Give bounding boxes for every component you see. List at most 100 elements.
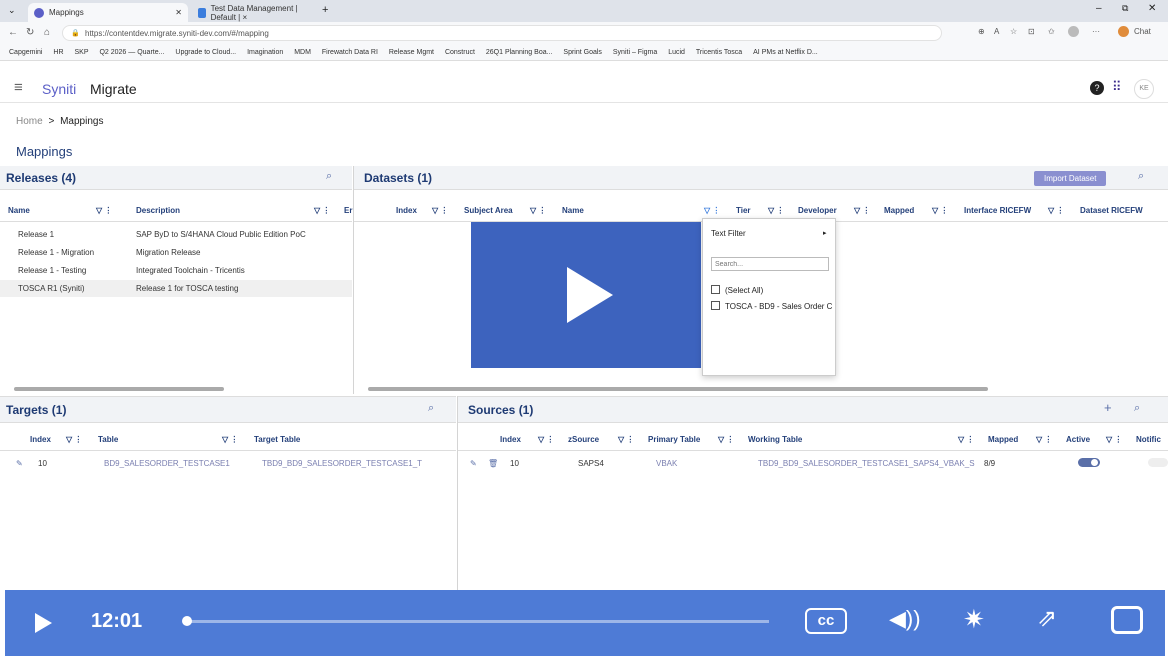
horizontal-scrollbar[interactable]: [368, 387, 988, 391]
column-working-table[interactable]: Working Table: [748, 435, 802, 444]
edit-icon[interactable]: ✎: [16, 459, 23, 468]
share-icon[interactable]: ⇗: [1037, 604, 1057, 633]
active-toggle[interactable]: [1078, 458, 1100, 467]
hamburger-menu-icon[interactable]: ≡: [14, 79, 23, 96]
table-row[interactable]: ✎ 🗑 10 SAPS4 VBAK TBD9_BD9_SALESORDER_TE…: [458, 455, 1168, 472]
refresh-icon[interactable]: ↻: [26, 27, 34, 38]
fullscreen-icon[interactable]: [1111, 606, 1143, 634]
tab-list-chevron-icon[interactable]: ⌄: [8, 5, 16, 16]
working-table-link[interactable]: TBD9_BD9_SALESORDER_TESTCASE1_SAPS4_VBAK…: [758, 459, 975, 468]
filter-icon[interactable]: ▽ ⋮: [1036, 435, 1052, 444]
column-name[interactable]: Name: [562, 206, 584, 215]
filter-icon[interactable]: ▽ ⋮: [1048, 206, 1064, 215]
restore-icon[interactable]: ⧉: [1122, 3, 1128, 14]
close-window-icon[interactable]: ✕: [1148, 3, 1156, 14]
horizontal-scrollbar[interactable]: [14, 387, 224, 391]
column-er[interactable]: Er: [344, 206, 352, 215]
table-row[interactable]: Release 1 SAP ByD to S/4HANA Cloud Publi…: [0, 226, 352, 243]
option-checkbox[interactable]: [711, 301, 720, 310]
column-table[interactable]: Table: [98, 435, 118, 444]
copilot-icon[interactable]: [1118, 26, 1129, 37]
column-subject-area[interactable]: Subject Area: [464, 206, 513, 215]
closed-captions-icon[interactable]: cc: [805, 608, 847, 634]
table-row[interactable]: Release 1 - Testing Integrated Toolchain…: [0, 262, 352, 279]
import-dataset-button[interactable]: Import Dataset: [1034, 171, 1107, 186]
bookmark-item[interactable]: SKP: [75, 44, 89, 60]
column-notifications[interactable]: Notific: [1136, 435, 1161, 444]
search-icon[interactable]: ⌕: [1134, 402, 1140, 415]
zoom-icon[interactable]: ⊕: [978, 27, 985, 36]
url-field[interactable]: 🔒 https://contentdev.migrate.syniti-dev.…: [62, 25, 942, 41]
column-interface-ricefw[interactable]: Interface RICEFW: [964, 206, 1031, 215]
filter-icon[interactable]: ▽ ⋮: [618, 435, 634, 444]
bookmark-item[interactable]: Capgemini: [9, 44, 42, 60]
notification-toggle[interactable]: [1148, 458, 1168, 467]
video-progress-track[interactable]: [185, 620, 769, 623]
avatar[interactable]: KE: [1134, 79, 1154, 99]
column-developer[interactable]: Developer: [798, 206, 837, 215]
play-icon[interactable]: [33, 612, 53, 634]
profile-icon[interactable]: [1068, 26, 1079, 37]
tab-mappings[interactable]: Mappings ✕: [28, 3, 188, 22]
table-row[interactable]: TOSCA R1 (Syniti) Release 1 for TOSCA te…: [0, 280, 352, 297]
extensions-icon[interactable]: ⊡: [1028, 27, 1035, 36]
column-mapped[interactable]: Mapped: [988, 435, 1018, 444]
filter-icon[interactable]: ▽ ⋮: [958, 435, 974, 444]
column-primary-table[interactable]: Primary Table: [648, 435, 700, 444]
close-tab-icon[interactable]: ✕: [175, 8, 182, 17]
filter-icon[interactable]: ▽ ⋮: [96, 206, 112, 215]
bookmark-item[interactable]: Firewatch Data RI: [322, 44, 378, 60]
tab-test-data-management[interactable]: Test Data Management | Default | ×: [192, 3, 312, 22]
column-index[interactable]: Index: [396, 206, 417, 215]
help-icon[interactable]: ?: [1090, 81, 1104, 95]
bookmark-item[interactable]: Tricentis Tosca: [696, 44, 742, 60]
bookmark-item[interactable]: Release Mgmt: [389, 44, 434, 60]
filter-icon[interactable]: ▽ ⋮: [718, 435, 734, 444]
column-tier[interactable]: Tier: [736, 206, 751, 215]
settings-gear-icon[interactable]: ✷: [963, 604, 985, 635]
bookmark-item[interactable]: HR: [53, 44, 63, 60]
column-mapped[interactable]: Mapped: [884, 206, 914, 215]
filter-search-input[interactable]: [711, 257, 829, 271]
back-icon[interactable]: ←: [8, 27, 18, 38]
bookmark-item[interactable]: Sprint Goals: [563, 44, 602, 60]
bookmark-item[interactable]: Upgrade to Cloud...: [175, 44, 236, 60]
minimize-icon[interactable]: –: [1096, 3, 1102, 14]
favorite-star-icon[interactable]: ☆: [1010, 27, 1017, 36]
chat-label[interactable]: Chat: [1134, 27, 1151, 36]
video-scrubber-handle[interactable]: [182, 616, 192, 626]
target-table-name[interactable]: TBD9_BD9_SALESORDER_TESTCASE1_T: [262, 459, 422, 468]
column-index[interactable]: Index: [30, 435, 51, 444]
apps-grid-icon[interactable]: ⠿: [1112, 79, 1122, 95]
read-aloud-icon[interactable]: A: [994, 27, 999, 36]
add-icon[interactable]: +: [1104, 400, 1112, 415]
filter-icon[interactable]: ▽ ⋮: [932, 206, 948, 215]
target-table-link[interactable]: BD9_SALESORDER_TESTCASE1: [104, 459, 230, 468]
bookmark-item[interactable]: Syniti – Figma: [613, 44, 657, 60]
home-icon[interactable]: ⌂: [44, 27, 50, 38]
table-row[interactable]: Release 1 - Migration Migration Release: [0, 244, 352, 261]
filter-icon[interactable]: ▽ ⋮: [66, 435, 82, 444]
bookmark-item[interactable]: 26Q1 Planning Boa...: [486, 44, 553, 60]
volume-icon[interactable]: ◀)): [889, 606, 921, 632]
text-filter-menu[interactable]: Text Filter: [711, 229, 746, 238]
bookmark-item[interactable]: Imagination: [247, 44, 283, 60]
search-icon[interactable]: ⌕: [326, 170, 332, 183]
filter-icon[interactable]: ▽ ⋮: [432, 206, 448, 215]
filter-icon[interactable]: ▽ ⋮: [1106, 435, 1122, 444]
filter-icon-active[interactable]: ▽ ⋮: [704, 206, 720, 215]
column-description[interactable]: Description: [136, 206, 180, 215]
edit-icon[interactable]: ✎: [470, 459, 477, 468]
column-active[interactable]: Active: [1066, 435, 1090, 444]
filter-icon[interactable]: ▽ ⋮: [538, 435, 554, 444]
filter-icon[interactable]: ▽ ⋮: [768, 206, 784, 215]
table-row[interactable]: ✎ 10 BD9_SALESORDER_TESTCASE1 TBD9_BD9_S…: [0, 455, 456, 472]
delete-icon[interactable]: 🗑: [488, 459, 498, 468]
new-tab-icon[interactable]: +: [322, 4, 328, 16]
column-name[interactable]: Name: [8, 206, 30, 215]
collections-icon[interactable]: ✩: [1048, 27, 1055, 36]
column-dataset-ricefw[interactable]: Dataset RICEFW: [1080, 206, 1143, 215]
bookmark-item[interactable]: MDM: [294, 44, 311, 60]
search-icon[interactable]: ⌕: [1138, 170, 1144, 183]
video-play-overlay[interactable]: [471, 222, 701, 368]
